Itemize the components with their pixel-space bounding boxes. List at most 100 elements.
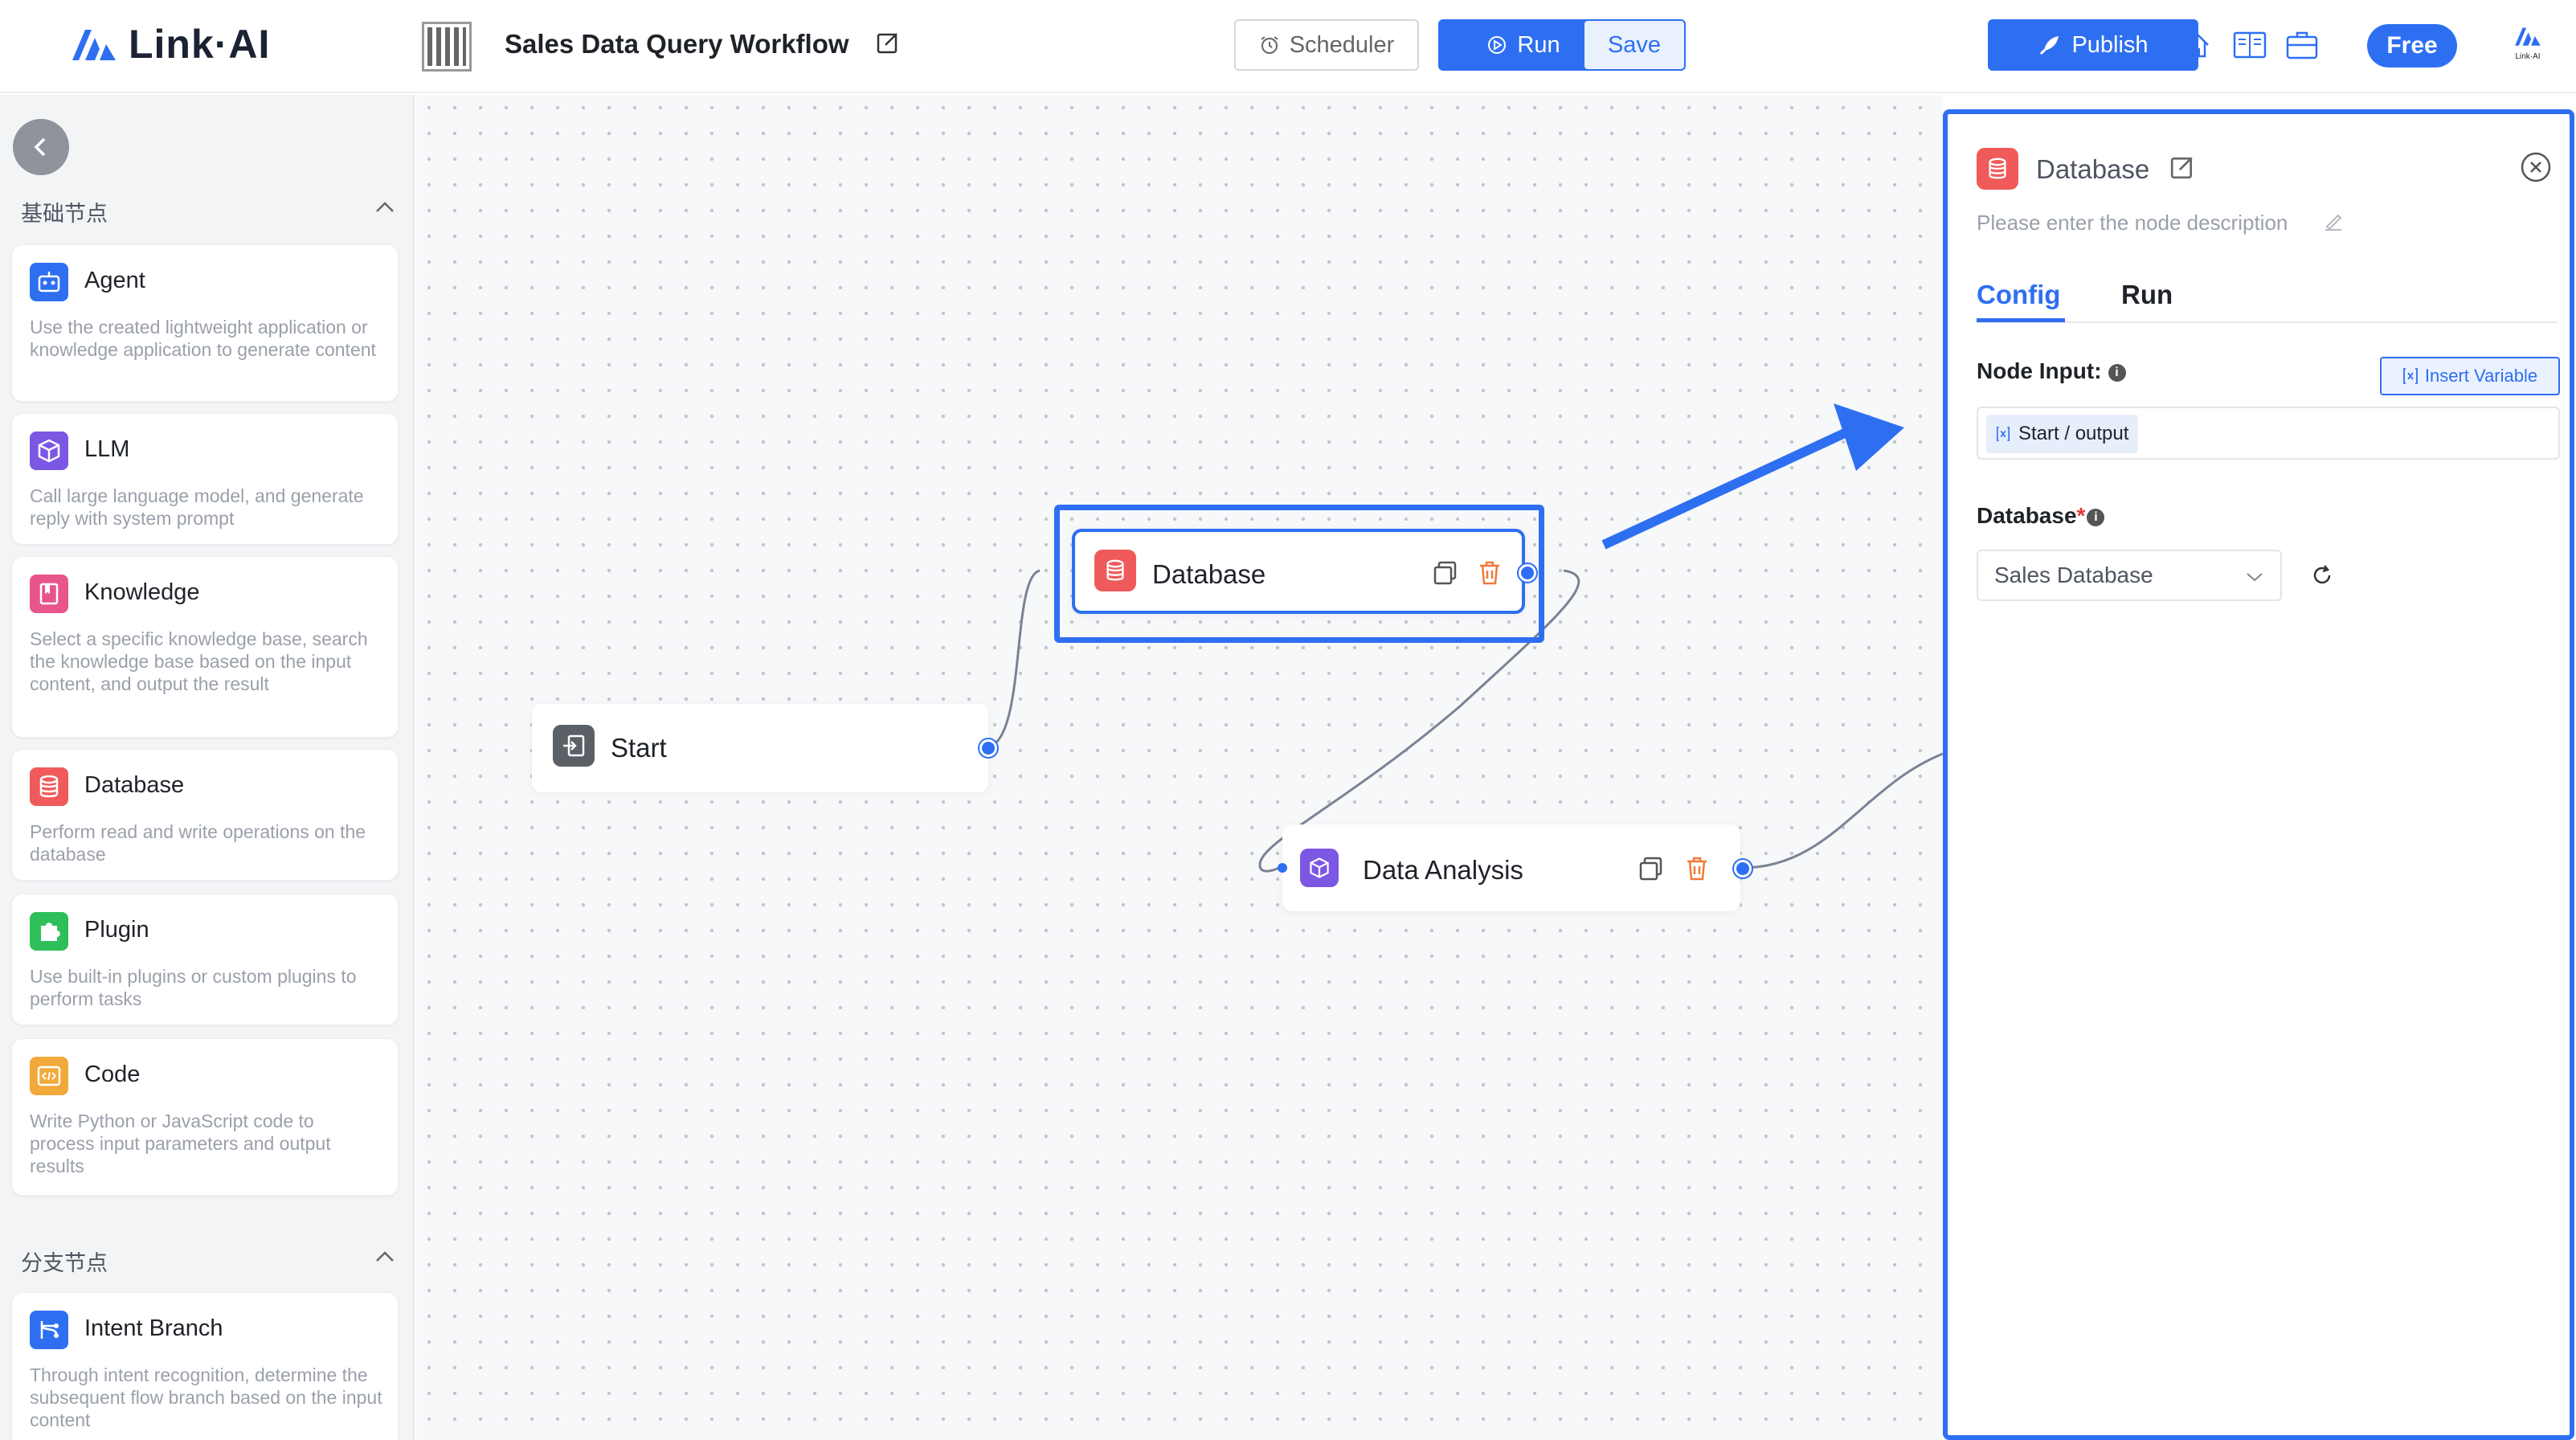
chevron-up-icon[interactable] [374, 199, 395, 219]
database-icon [1094, 550, 1136, 591]
chevron-left-icon [34, 137, 46, 157]
edit-title-icon[interactable] [876, 31, 900, 59]
workflow-canvas[interactable]: Start Database Data Analysis [416, 95, 1943, 1440]
database-label-text: Database [1977, 503, 2077, 528]
node-card-code[interactable]: Code Write Python or JavaScript code to … [11, 1038, 399, 1196]
database-icon [1977, 148, 2018, 190]
panel-title: Database [2036, 154, 2150, 184]
node-card-title: Agent [84, 268, 145, 293]
free-plan-badge[interactable]: Free [2367, 24, 2457, 68]
node-card-knowledge[interactable]: Knowledge Select a specific knowledge ba… [11, 556, 399, 738]
home-icon[interactable] [2181, 29, 2213, 65]
output-port[interactable] [979, 739, 997, 757]
node-card-database[interactable]: Database Perform read and write operatio… [11, 749, 399, 881]
copy-icon[interactable] [1638, 855, 1665, 886]
branch-icon [30, 1311, 68, 1349]
copy-icon[interactable] [1432, 559, 1459, 591]
scheduler-button[interactable]: Scheduler [1234, 19, 1419, 71]
node-card-title: Plugin [84, 917, 149, 943]
delete-icon[interactable] [1477, 559, 1503, 591]
node-card-desc: Call large language model, and generate … [30, 485, 364, 529]
edge-start-database [987, 569, 1041, 749]
flow-node-database[interactable]: Database [1072, 529, 1536, 614]
chevron-up-icon[interactable] [374, 1249, 395, 1269]
callout-arrow-line [1601, 428, 1849, 550]
info-icon[interactable]: i [2108, 363, 2126, 382]
node-card-title: LLM [84, 436, 130, 462]
database-field-label: Database* i [1977, 503, 2105, 529]
tab-run[interactable]: Run [2121, 280, 2173, 310]
node-card-llm[interactable]: LLM Call large language model, and gener… [11, 413, 399, 545]
node-card-desc: Through intent recognition, determine th… [30, 1364, 382, 1430]
variable-chip[interactable]: Start / output [1986, 415, 2139, 453]
node-card-title: Knowledge [84, 579, 200, 605]
node-input-label-text: Node Input: [1977, 358, 2102, 383]
close-icon[interactable] [2520, 151, 2552, 187]
save-button[interactable]: Save [1583, 19, 1686, 71]
collapse-sidebar-button[interactable] [13, 119, 69, 175]
edit-node-name-icon[interactable] [2169, 154, 2195, 184]
variable-icon [1996, 427, 2010, 441]
puzzle-icon [30, 912, 68, 951]
node-card-title: Code [84, 1062, 141, 1087]
node-config-panel: Database Please enter the node descripti… [1943, 109, 2574, 1440]
qr-code-icon[interactable] [422, 22, 472, 72]
run-label: Run [1517, 31, 1560, 58]
node-card-desc: Select a specific knowledge base, search… [30, 628, 368, 694]
database-selected-value: Sales Database [1994, 562, 2153, 587]
node-library-sidebar: 基础节点 Agent Use the created lightweight a… [0, 95, 415, 1440]
flow-node-title: Data Analysis [1363, 855, 1523, 885]
refresh-icon[interactable] [2309, 562, 2335, 592]
insert-variable-button[interactable]: Insert Variable [2380, 357, 2560, 395]
insert-variable-label: Insert Variable [2424, 366, 2538, 386]
node-card-title: Database [84, 772, 185, 798]
node-card-agent[interactable]: Agent Use the created lightweight applic… [11, 244, 399, 402]
required-mark: * [2076, 503, 2086, 528]
logo-mark-icon [72, 30, 116, 60]
node-card-desc: Perform read and write operations on the… [30, 821, 366, 865]
workflow-title: Sales Data Query Workflow [505, 29, 849, 59]
flow-node-start[interactable]: Start [532, 704, 997, 792]
robot-icon [30, 263, 68, 301]
node-card-desc: Use the created lightweight application … [30, 317, 376, 360]
edge-analysis-out [1741, 752, 1943, 869]
delete-icon[interactable] [1684, 855, 1710, 886]
cube-icon [30, 432, 68, 470]
database-icon [30, 767, 68, 806]
flow-node-data-analysis[interactable]: Data Analysis [1278, 824, 1752, 911]
pencil-icon[interactable] [2322, 209, 2345, 235]
top-header: Link·AI Sales Data Query Workflow Schedu… [0, 0, 2576, 93]
publish-button[interactable]: Publish [1988, 19, 2198, 71]
info-icon[interactable]: i [2087, 508, 2105, 526]
output-port[interactable] [1519, 564, 1536, 582]
logo[interactable]: Link·AI [71, 21, 270, 68]
briefcase-icon[interactable] [2285, 29, 2319, 65]
node-card-plugin[interactable]: Plugin Use built-in plugins or custom pl… [11, 894, 399, 1025]
scheduler-label: Scheduler [1289, 31, 1395, 58]
flow-node-title: Start [611, 733, 667, 763]
variable-chip-label: Start / output [2018, 423, 2129, 444]
account-logo[interactable]: Link·AI [2510, 24, 2545, 64]
output-port[interactable] [1734, 860, 1752, 878]
database-select[interactable]: Sales Database [1977, 550, 2282, 601]
book-open-icon[interactable] [2232, 29, 2267, 65]
book-icon [30, 575, 68, 613]
section-basic-nodes: 基础节点 [21, 202, 108, 226]
chevron-down-icon [2247, 573, 2263, 582]
node-input-field[interactable]: Start / output [1977, 407, 2560, 460]
input-port[interactable] [1278, 863, 1287, 873]
rocket-icon [2040, 36, 2059, 55]
variable-icon [2402, 368, 2418, 384]
node-description-input[interactable]: Please enter the node description [1977, 211, 2288, 235]
node-card-intent-branch[interactable]: Intent Branch Through intent recognition… [11, 1292, 399, 1440]
mini-logo-icon [2515, 27, 2541, 46]
publish-label: Publish [2071, 31, 2149, 58]
save-label: Save [1607, 31, 1662, 58]
node-card-desc: Write Python or JavaScript code to proce… [30, 1111, 331, 1176]
node-input-label: Node Input: i [1977, 358, 2126, 384]
tab-config[interactable]: Config [1977, 280, 2060, 310]
mini-logo-text: Link·AI [2515, 52, 2541, 61]
play-circle-icon [1488, 36, 1507, 54]
section-branch-nodes: 分支节点 [21, 1251, 108, 1275]
alarm-clock-icon [1261, 36, 1278, 54]
